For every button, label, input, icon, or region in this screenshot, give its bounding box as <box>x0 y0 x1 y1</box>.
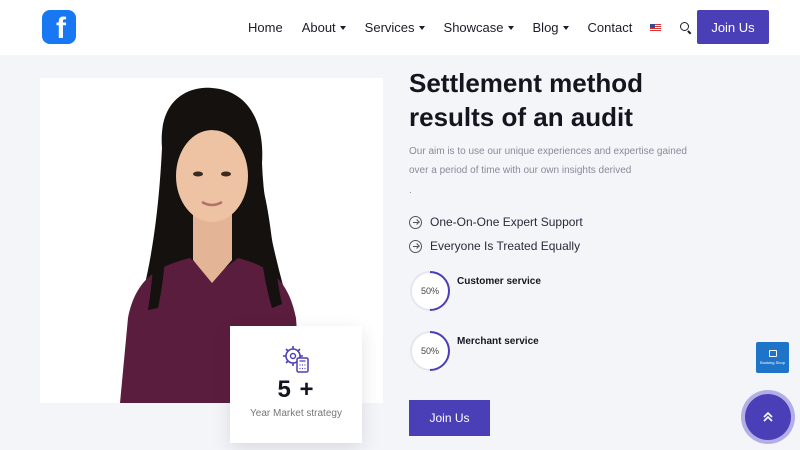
calendar-icon <box>768 350 777 357</box>
gear-calculator-icon <box>283 346 309 373</box>
nav-item-services[interactable]: Services <box>365 20 425 35</box>
search-icon[interactable] <box>680 21 692 34</box>
nav-item-showcase[interactable]: Showcase <box>444 20 514 35</box>
scroll-to-top-button[interactable] <box>745 394 791 440</box>
feature-label: Everyone Is Treated Equally <box>430 239 581 253</box>
hero-title: Settlement method results of an audit <box>409 68 644 132</box>
caret-down-icon <box>562 26 569 30</box>
main-nav: Home About Services Showcase Blog Contac… <box>248 0 692 55</box>
arrow-circle-right-icon <box>409 215 422 229</box>
logo-letter: f <box>56 12 66 44</box>
description-trailing-dot: . <box>409 185 412 196</box>
nav-item-contact[interactable]: Contact <box>588 20 633 35</box>
stat-card: 5 + Year Market strategy <box>230 326 362 443</box>
double-chevron-up-icon <box>763 411 773 422</box>
stat-value: 5 + <box>277 376 315 403</box>
progress-ring-customer-service: 50% <box>409 270 451 312</box>
feature-label: One-On-One Expert Support <box>430 215 583 229</box>
caret-down-icon <box>418 26 425 30</box>
progress-label: Merchant service <box>457 336 539 347</box>
hero-description: Our aim is to use our unique experiences… <box>409 146 687 176</box>
nav-item-about[interactable]: About <box>302 20 346 35</box>
progress-ring-merchant-service: 50% <box>409 330 451 372</box>
feature-item: One-On-One Expert Support <box>409 215 583 229</box>
nav-label: Home <box>248 20 283 35</box>
caret-down-icon <box>339 26 346 30</box>
join-us-header-button[interactable]: Join Us <box>697 10 769 44</box>
caret-down-icon <box>507 26 514 30</box>
nav-label: Contact <box>587 20 633 35</box>
nav-item-home[interactable]: Home <box>248 20 283 35</box>
facebook-logo[interactable]: f <box>42 10 76 44</box>
booking-shop-widget[interactable]: Booking Shop <box>756 342 789 373</box>
stat-label: Year Market strategy <box>250 408 342 419</box>
nav-item-blog[interactable]: Blog <box>533 20 569 35</box>
nav-label: Services <box>364 20 415 35</box>
progress-value: 50% <box>420 346 439 356</box>
nav-label: Blog <box>532 20 559 35</box>
site-header: f Home About Services Showcase Blog Cont… <box>0 0 800 55</box>
join-us-button[interactable]: Join Us <box>409 400 490 436</box>
nav-label: Showcase <box>443 20 504 35</box>
us-flag-icon[interactable] <box>650 23 662 32</box>
arrow-circle-right-icon <box>409 239 422 253</box>
nav-label: About <box>301 20 336 35</box>
progress-label: Customer service <box>457 276 541 287</box>
feature-item: Everyone Is Treated Equally <box>409 239 580 253</box>
progress-value: 50% <box>420 286 439 296</box>
widget-label: Booking Shop <box>760 360 785 365</box>
